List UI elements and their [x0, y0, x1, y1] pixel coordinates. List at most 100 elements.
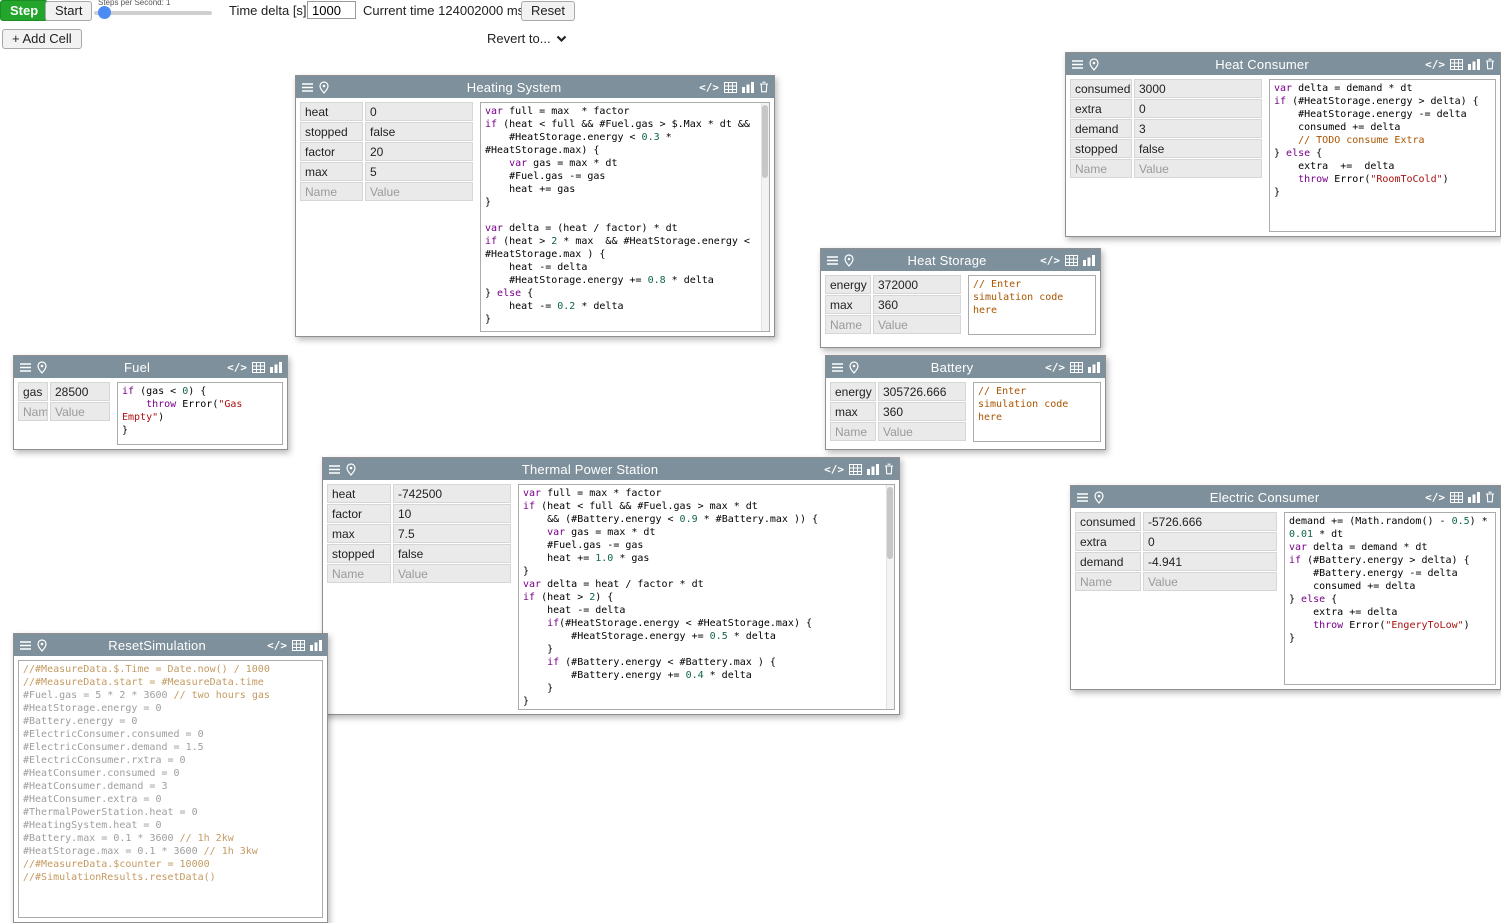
menu-icon[interactable]	[1076, 492, 1089, 503]
panel-header[interactable]: Thermal Power Station </>	[323, 458, 899, 480]
code-view-icon[interactable]: </>	[1045, 361, 1065, 374]
param-value-cell[interactable]: 305726.666	[878, 382, 966, 401]
param-name-cell[interactable]: Name	[1075, 572, 1141, 591]
param-name-cell[interactable]: Name	[300, 182, 363, 201]
param-name-cell[interactable]: Name	[830, 422, 876, 441]
code-editor[interactable]: // Entersimulation codehere	[968, 275, 1096, 335]
param-name-cell[interactable]: energy	[825, 275, 871, 294]
panel-header[interactable]: Heat Consumer </>	[1066, 53, 1500, 75]
param-value-cell[interactable]: 28500	[50, 382, 110, 401]
param-value-cell[interactable]: Value	[393, 564, 511, 583]
pin-icon[interactable]	[849, 361, 859, 374]
param-value-cell[interactable]: 360	[878, 402, 966, 421]
chart-view-icon[interactable]	[1083, 255, 1095, 266]
scrollbar[interactable]	[761, 103, 769, 331]
table-view-icon[interactable]	[849, 464, 862, 475]
table-view-icon[interactable]	[1065, 255, 1078, 266]
param-value-cell[interactable]: Value	[1134, 159, 1262, 178]
pin-icon[interactable]	[346, 463, 356, 476]
table-view-icon[interactable]	[1450, 59, 1463, 70]
trash-icon[interactable]	[884, 463, 894, 475]
param-value-cell[interactable]: 0	[1143, 532, 1277, 551]
code-view-icon[interactable]: </>	[1040, 254, 1060, 267]
param-value-cell[interactable]: 372000	[873, 275, 961, 294]
menu-icon[interactable]	[301, 82, 314, 93]
panel-header[interactable]: ResetSimulation </>	[14, 634, 327, 656]
param-name-cell[interactable]: stopped	[300, 122, 363, 141]
param-name-cell[interactable]: factor	[300, 142, 363, 161]
param-name-cell[interactable]: heat	[300, 102, 363, 121]
table-view-icon[interactable]	[1450, 492, 1463, 503]
slider-track[interactable]	[94, 11, 212, 15]
param-name-cell[interactable]: demand	[1070, 119, 1132, 138]
menu-icon[interactable]	[19, 640, 32, 651]
revert-dropdown[interactable]: Revert to...	[487, 31, 567, 46]
code-view-icon[interactable]: </>	[267, 639, 287, 652]
pin-icon[interactable]	[1094, 491, 1104, 504]
pin-icon[interactable]	[1089, 58, 1099, 71]
param-value-cell[interactable]: 0	[365, 102, 473, 121]
param-name-cell[interactable]: consumed	[1075, 512, 1141, 531]
param-value-cell[interactable]: -5726.666	[1143, 512, 1277, 531]
panel-header[interactable]: Heat Storage </>	[821, 249, 1100, 271]
slider-thumb[interactable]	[98, 6, 111, 19]
steps-per-second-slider[interactable]: Steps per Second: 1	[94, 0, 218, 22]
scrollbar-thumb[interactable]	[887, 487, 893, 559]
panel-header[interactable]: Battery </>	[826, 356, 1105, 378]
param-name-cell[interactable]: Name	[825, 315, 871, 334]
param-value-cell[interactable]: Value	[878, 422, 966, 441]
panel-header[interactable]: Heating System </>	[296, 76, 774, 98]
panel-header[interactable]: Fuel </>	[14, 356, 287, 378]
param-name-cell[interactable]: heat	[327, 484, 391, 503]
chart-view-icon[interactable]	[270, 362, 282, 373]
code-view-icon[interactable]: </>	[699, 81, 719, 94]
param-name-cell[interactable]: gas	[18, 382, 48, 401]
code-view-icon[interactable]: </>	[824, 463, 844, 476]
param-value-cell[interactable]: Value	[365, 182, 473, 201]
start-button[interactable]: Start	[45, 1, 92, 21]
code-editor[interactable]: //#MeasureData.$.Time = Date.now() / 100…	[18, 660, 323, 918]
trash-icon[interactable]	[1485, 491, 1495, 503]
trash-icon[interactable]	[1485, 58, 1495, 70]
param-value-cell[interactable]: 7.5	[393, 524, 511, 543]
param-value-cell[interactable]: 3000	[1134, 79, 1262, 98]
code-editor[interactable]: var delta = demand * dtif (#HeatStorage.…	[1269, 79, 1496, 232]
code-editor[interactable]: if (gas < 0) { throw Error("Gas Empty")}	[117, 382, 283, 445]
panel-header[interactable]: Electric Consumer </>	[1071, 486, 1500, 508]
menu-icon[interactable]	[19, 362, 32, 373]
param-value-cell[interactable]: false	[393, 544, 511, 563]
chart-view-icon[interactable]	[1088, 362, 1100, 373]
trash-icon[interactable]	[759, 81, 769, 93]
pin-icon[interactable]	[844, 254, 854, 267]
pin-icon[interactable]	[37, 639, 47, 652]
param-name-cell[interactable]: consumed	[1070, 79, 1132, 98]
chart-view-icon[interactable]	[1468, 59, 1480, 70]
param-name-cell[interactable]: extra	[1070, 99, 1132, 118]
param-value-cell[interactable]: false	[1134, 139, 1262, 158]
param-value-cell[interactable]: Value	[50, 402, 110, 421]
param-name-cell[interactable]: max	[327, 524, 391, 543]
param-name-cell[interactable]: max	[300, 162, 363, 181]
chart-view-icon[interactable]	[867, 464, 879, 475]
param-value-cell[interactable]: 3	[1134, 119, 1262, 138]
param-value-cell[interactable]: 0	[1134, 99, 1262, 118]
table-view-icon[interactable]	[1070, 362, 1083, 373]
param-name-cell[interactable]: factor	[327, 504, 391, 523]
menu-icon[interactable]	[328, 464, 341, 475]
pin-icon[interactable]	[37, 361, 47, 374]
param-value-cell[interactable]: Value	[873, 315, 961, 334]
code-view-icon[interactable]: </>	[1425, 58, 1445, 71]
code-editor[interactable]: demand += (Math.random() - 0.5) *0.01 * …	[1284, 512, 1496, 685]
code-editor[interactable]: var full = max * factorif (heat < full &…	[480, 102, 770, 332]
param-name-cell[interactable]: extra	[1075, 532, 1141, 551]
code-editor[interactable]: var full = max * factorif (heat < full &…	[518, 484, 895, 710]
code-view-icon[interactable]: </>	[227, 361, 247, 374]
scrollbar[interactable]	[886, 485, 894, 709]
param-value-cell[interactable]: false	[365, 122, 473, 141]
menu-icon[interactable]	[1071, 59, 1084, 70]
param-name-cell[interactable]: Name	[1070, 159, 1132, 178]
param-name-cell[interactable]: demand	[1075, 552, 1141, 571]
add-cell-button[interactable]: + Add Cell	[2, 29, 82, 49]
chart-view-icon[interactable]	[1468, 492, 1480, 503]
param-name-cell[interactable]: Name	[327, 564, 391, 583]
